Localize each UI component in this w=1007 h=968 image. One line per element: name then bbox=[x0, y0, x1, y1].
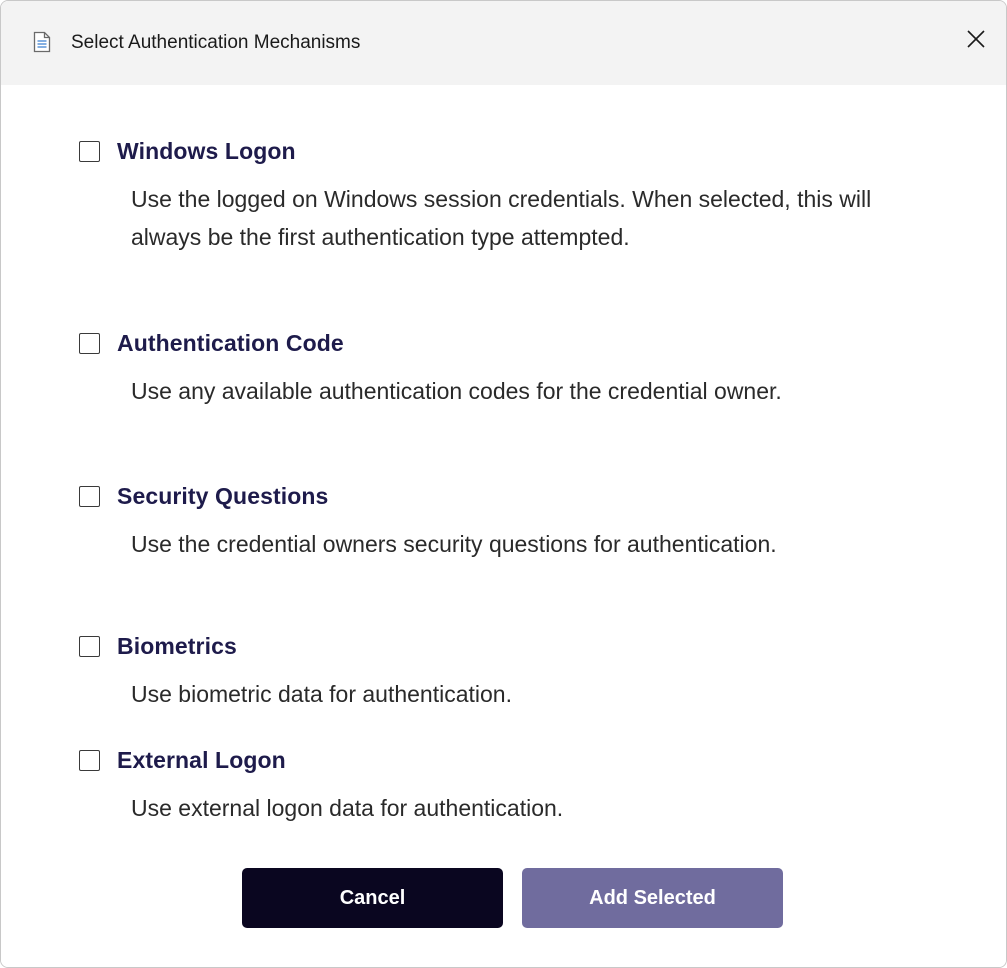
windows-logon-checkbox[interactable] bbox=[79, 140, 100, 162]
option-description: Use biometric data for authentication. bbox=[131, 681, 512, 707]
option-description: Use the credential owners security quest… bbox=[131, 531, 777, 557]
option-title: Authentication Code bbox=[117, 329, 344, 356]
add-selected-button[interactable]: Add Selected bbox=[522, 868, 783, 928]
document-icon bbox=[33, 31, 51, 53]
authentication-dialog: Select Authentication Mechanisms Windows… bbox=[0, 0, 1007, 968]
option-description: Use the logged on Windows session creden… bbox=[131, 186, 872, 250]
biometrics-checkbox[interactable] bbox=[79, 635, 100, 657]
option-security-questions: Security Questions Use the credential ow… bbox=[79, 481, 939, 563]
option-description: Use any available authentication codes f… bbox=[131, 378, 782, 404]
dialog-title: Select Authentication Mechanisms bbox=[71, 32, 361, 53]
dialog-titlebar: Select Authentication Mechanisms bbox=[1, 1, 1006, 85]
option-biometrics: Biometrics Use biometric data for authen… bbox=[79, 631, 939, 713]
dialog-body: Windows Logon Use the logged on Windows … bbox=[1, 85, 1006, 967]
option-description: Use external logon data for authenticati… bbox=[131, 795, 564, 821]
cancel-button[interactable]: Cancel bbox=[242, 868, 503, 928]
authentication-code-checkbox[interactable] bbox=[79, 332, 100, 354]
option-title: Windows Logon bbox=[117, 137, 296, 164]
option-title: Biometrics bbox=[117, 632, 237, 659]
option-authentication-code: Authentication Code Use any available au… bbox=[79, 328, 939, 410]
option-title: Security Questions bbox=[117, 482, 329, 509]
option-windows-logon: Windows Logon Use the logged on Windows … bbox=[79, 136, 939, 256]
option-external-logon: External Logon Use external logon data f… bbox=[79, 745, 939, 827]
external-logon-checkbox[interactable] bbox=[79, 749, 100, 771]
close-icon bbox=[966, 29, 986, 54]
security-questions-checkbox[interactable] bbox=[79, 485, 100, 507]
option-title: External Logon bbox=[117, 746, 286, 773]
close-button[interactable] bbox=[958, 23, 994, 59]
